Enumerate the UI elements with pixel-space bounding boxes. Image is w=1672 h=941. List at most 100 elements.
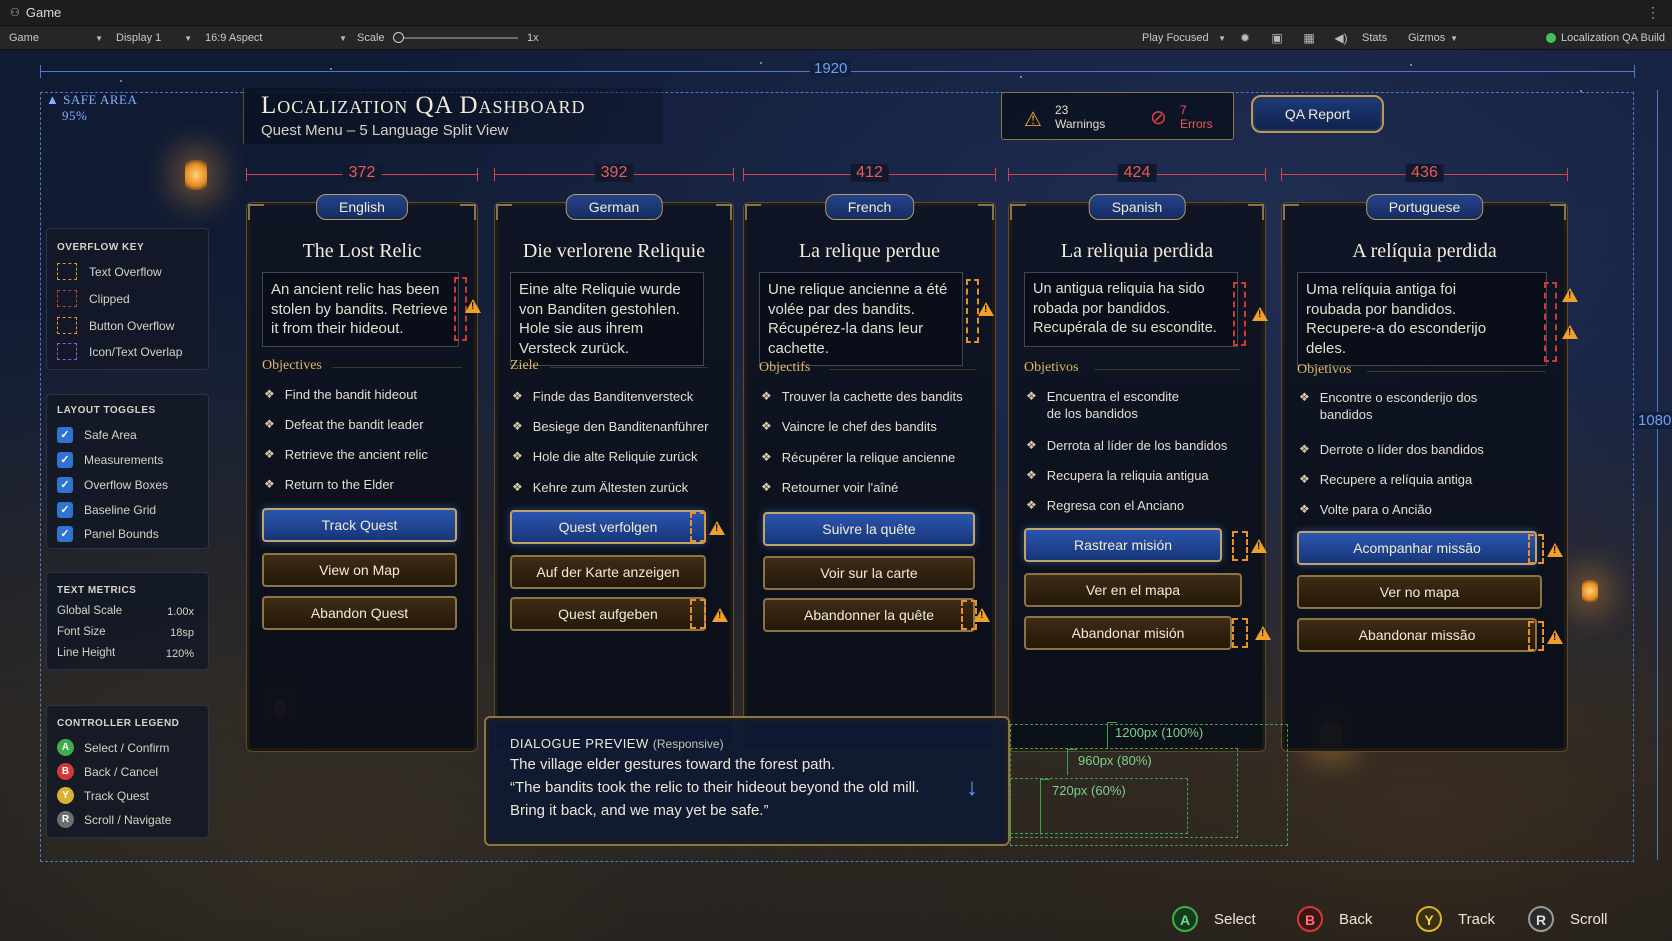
aspect-dropdown[interactable]: 16:9 Aspect ▼ <box>205 26 347 50</box>
column-width-measure: 424 <box>1008 162 1266 186</box>
play-mode-dropdown[interactable]: Play Focused ▼ <box>1142 26 1226 50</box>
objective-text: Derrota al líder de los bandidos <box>1046 438 1228 453</box>
language-tab[interactable]: Portuguese <box>1365 194 1484 220</box>
scale-slider-handle[interactable] <box>393 32 404 43</box>
view-map-button[interactable]: Auf der Karte anzeigen <box>510 555 706 589</box>
errors-label: Errors <box>1180 117 1213 131</box>
audio-icon[interactable]: ◀) <box>1334 31 1348 45</box>
view-dropdown[interactable]: Game ▼ <box>9 26 105 50</box>
language-column-spanish: 424 Spanish La reliquia perdida Un antig… <box>1008 162 1271 752</box>
objective-text: Récupérer la relique ancienne <box>781 450 956 465</box>
toggle-label: Measurements <box>84 453 164 467</box>
gizmos-dropdown[interactable]: Gizmos ▼ <box>1408 26 1458 50</box>
objective-text: Besiege den Banditenanführer <box>532 419 709 434</box>
overflow-key-label: Button Overflow <box>89 318 175 333</box>
objective-item: ❖ Récupérer la relique ancienne <box>761 449 955 466</box>
objective-item: ❖ Besiege den Banditenanführer <box>512 418 708 435</box>
toggle-overflow-boxes[interactable]: ✓ Overflow Boxes <box>57 477 168 493</box>
hint-label: Scroll <box>1570 910 1608 928</box>
toggle-measurements[interactable]: ✓ Measurements <box>57 452 163 468</box>
checkbox-checked-icon[interactable]: ✓ <box>57 427 73 443</box>
stats-button[interactable]: Stats <box>1362 26 1387 50</box>
hint-track[interactable]: Y Track <box>1416 906 1495 932</box>
button-overflow-marker <box>690 599 706 629</box>
button-overflow-marker <box>1232 618 1248 648</box>
language-column-english: 372 English The Lost Relic An ancient re… <box>246 162 481 752</box>
abandon-quest-button[interactable]: Abandonner la quête <box>763 598 975 632</box>
build-status-label: Localization QA Build <box>1561 32 1665 44</box>
aspect-icon[interactable]: ▣ <box>1270 31 1284 45</box>
more-options-icon[interactable]: ⋮ <box>1646 4 1660 21</box>
controller-legend-panel: CONTROLLER LEGEND A Select / Confirm B Bac… <box>46 705 209 838</box>
description-line: Versteck zurück. <box>519 339 630 357</box>
objective-item: ❖ Derrota al líder de los bandidos <box>1026 437 1227 454</box>
card-corner-ornament <box>1010 204 1026 220</box>
button-overflow-marker <box>1528 534 1544 564</box>
description-line: Eine alte Reliquie wurde <box>519 281 681 298</box>
scale-slider-track[interactable] <box>398 37 518 39</box>
track-quest-button[interactable]: Quest verfolgen <box>510 510 706 544</box>
track-quest-button[interactable]: Track Quest <box>262 508 457 542</box>
language-tab[interactable]: French <box>824 194 915 220</box>
column-width-measure: 392 <box>494 162 734 186</box>
star-decoration <box>1020 76 1022 78</box>
description-line: Un antigua reliquia ha sido <box>1033 281 1205 297</box>
description-line: Une relique ancienne a été <box>768 281 948 298</box>
safe-area-triangle-icon: ▲ <box>46 92 60 107</box>
view-map-button[interactable]: View on Map <box>262 553 457 587</box>
toggle-panel-bounds[interactable]: ✓ Panel Bounds <box>57 526 159 542</box>
card-corner-ornament <box>1550 204 1566 220</box>
checkbox-checked-icon[interactable]: ✓ <box>57 477 73 493</box>
measure-tick <box>40 65 41 78</box>
checkbox-checked-icon[interactable]: ✓ <box>57 452 73 468</box>
aspect-dropdown-label: 16:9 Aspect <box>205 32 263 44</box>
metric-label: Global Scale <box>57 605 123 617</box>
toggle-safe-area[interactable]: ✓ Safe Area <box>57 427 137 443</box>
button-overflow-marker <box>690 512 706 542</box>
description-line: An ancient relic has been <box>271 281 440 298</box>
legend-label: Back / Cancel <box>84 764 159 779</box>
continue-arrow-icon[interactable]: ↓ <box>966 774 978 802</box>
hint-back[interactable]: B Back <box>1297 906 1372 932</box>
hint-label: Track <box>1458 910 1495 928</box>
qa-report-button[interactable]: QA Report <box>1251 95 1384 133</box>
abandon-quest-button[interactable]: Abandon Quest <box>262 596 457 630</box>
checkbox-checked-icon[interactable]: ✓ <box>57 502 73 518</box>
grid-icon[interactable]: ▦ <box>1302 31 1316 45</box>
objective-text: Encuentra el escondite de los bandidos <box>1047 388 1179 422</box>
track-quest-button[interactable]: Acompanhar missão <box>1297 531 1537 565</box>
objective-item: ❖ Retrieve the ancient relic <box>264 446 428 463</box>
responsive-width-label: 960px (80%) <box>1078 753 1152 768</box>
track-quest-button[interactable]: Rastrear misión <box>1024 528 1222 562</box>
lighting-icon[interactable]: ✹ <box>1238 31 1252 45</box>
view-map-button[interactable]: Voir sur la carte <box>763 556 975 590</box>
card-corner-ornament <box>496 204 512 220</box>
chevron-down-icon: ▼ <box>1450 33 1458 43</box>
view-map-button[interactable]: Ver en el mapa <box>1024 573 1242 607</box>
language-tab[interactable]: Spanish <box>1088 194 1186 220</box>
quest-description: Eine alte Reliquie wurde von Banditen ge… <box>510 272 704 366</box>
abandon-quest-button[interactable]: Abandonar misión <box>1024 616 1232 650</box>
toggle-baseline-grid[interactable]: ✓ Baseline Grid <box>57 502 156 518</box>
objective-diamond-icon: ❖ <box>1299 472 1310 486</box>
view-map-button[interactable]: Ver no mapa <box>1297 575 1542 609</box>
objective-diamond-icon: ❖ <box>264 417 275 431</box>
abandon-quest-button[interactable]: Abandonar missão <box>1297 618 1537 652</box>
quest-title: Die verlorene Reliquie <box>522 240 706 262</box>
hint-select[interactable]: A Select <box>1172 906 1256 932</box>
hint-scroll[interactable]: R Scroll <box>1528 906 1608 932</box>
objective-item: ❖ Volte para o Ancião <box>1299 501 1432 518</box>
display-dropdown[interactable]: Display 1 ▼ <box>116 26 192 50</box>
metric-value: 18sp <box>170 627 194 639</box>
checkbox-checked-icon[interactable]: ✓ <box>57 526 73 542</box>
objectives-heading: Objectives <box>262 358 322 373</box>
warning-triangle-icon <box>1255 626 1271 640</box>
track-quest-button[interactable]: Suivre la quête <box>763 512 975 546</box>
warning-triangle-icon <box>1547 630 1563 644</box>
overflow-key-label: Clipped <box>89 291 130 306</box>
language-tab[interactable]: English <box>316 194 408 220</box>
abandon-quest-button[interactable]: Quest aufgeben <box>510 597 706 631</box>
hint-label: Back <box>1339 910 1373 928</box>
objective-text: Retrieve the ancient relic <box>284 447 428 462</box>
language-tab[interactable]: German <box>565 194 663 220</box>
